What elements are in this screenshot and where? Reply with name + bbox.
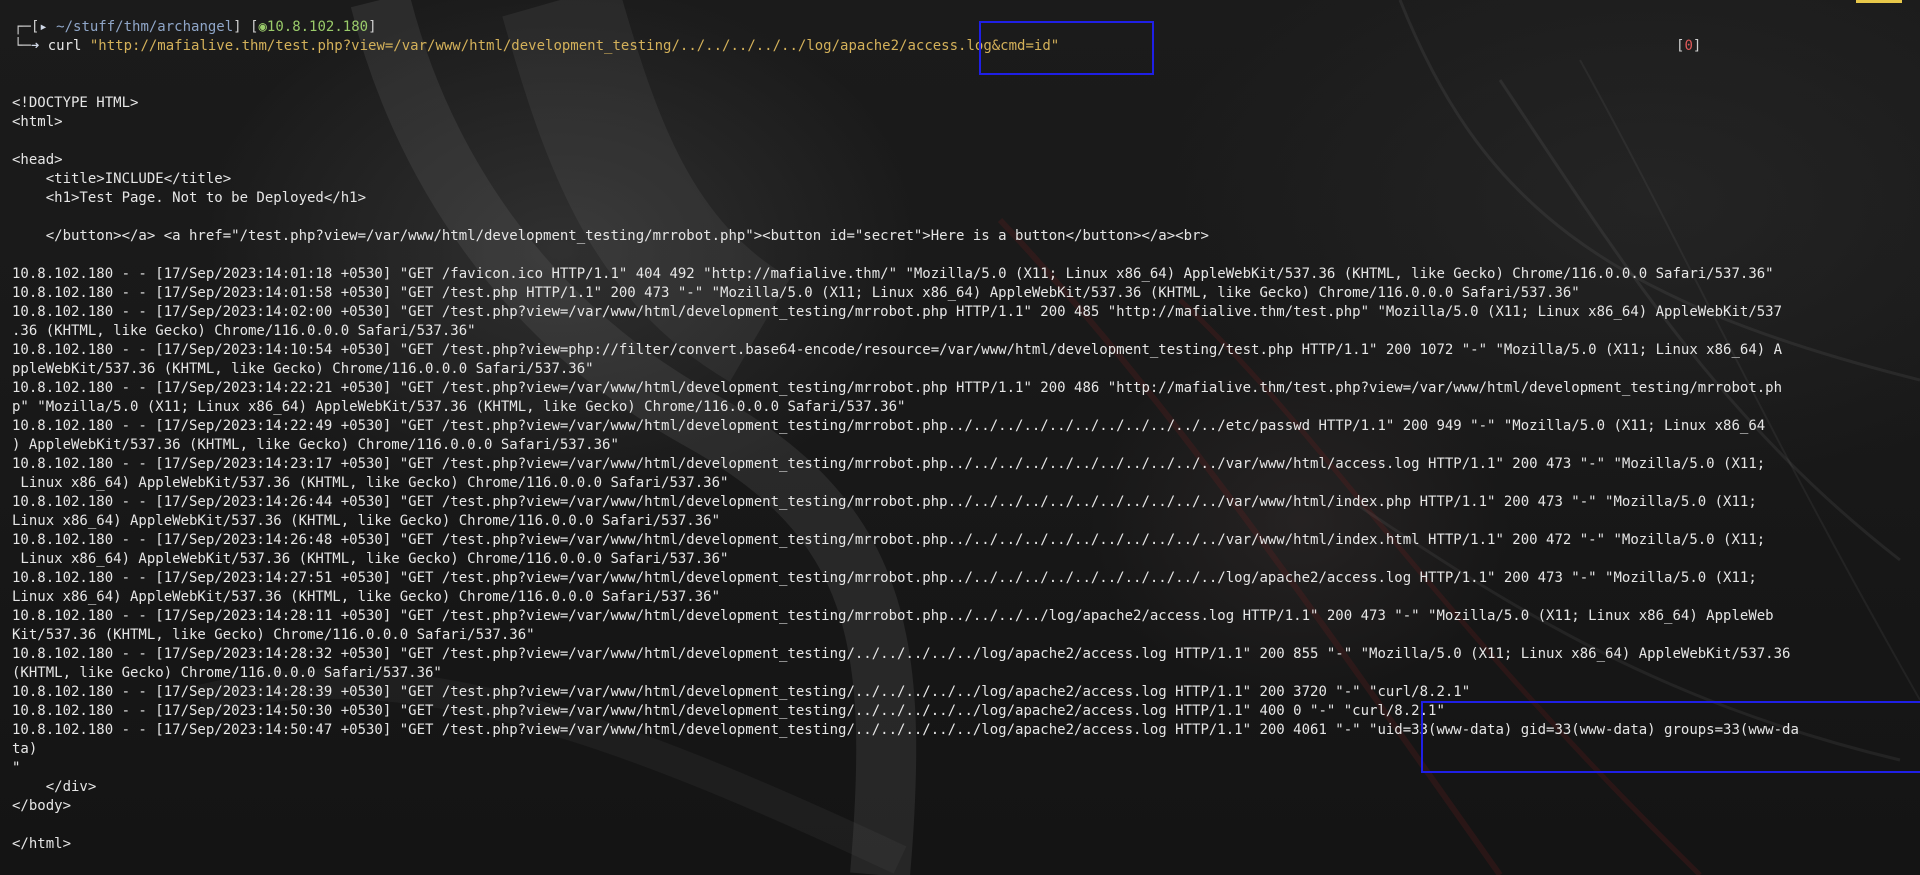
output-line: </body> bbox=[12, 798, 72, 814]
wifi-icon: ◉ bbox=[258, 19, 267, 35]
log-line: ppleWebKit/537.36 (KHTML, like Gecko) Ch… bbox=[12, 361, 594, 377]
log-line: 10.8.102.180 - - [17/Sep/2023:14:23:17 +… bbox=[12, 456, 1766, 472]
output-line: <!DOCTYPE HTML> bbox=[12, 95, 139, 111]
log-line: Linux x86_64) AppleWebKit/537.36 (KHTML,… bbox=[12, 513, 721, 529]
output-line: </div> bbox=[12, 779, 97, 795]
log-line: 10.8.102.180 - - [17/Sep/2023:14:01:58 +… bbox=[12, 285, 1580, 301]
output-line: </button></a> <a href="/test.php?view=/v… bbox=[12, 228, 1209, 244]
log-line: 10.8.102.180 - - [17/Sep/2023:14:27:51 +… bbox=[12, 570, 1757, 586]
log-line: Linux x86_64) AppleWebKit/537.36 (KHTML,… bbox=[12, 551, 729, 567]
log-line: 10.8.102.180 - - [17/Sep/2023:14:02:00 +… bbox=[12, 304, 1783, 320]
log-line: 10.8.102.180 - - [17/Sep/2023:14:26:44 +… bbox=[12, 494, 1757, 510]
prompt-path: ~/stuff/thm/archangel bbox=[56, 19, 234, 35]
log-line: 10.8.102.180 - - [17/Sep/2023:14:28:32 +… bbox=[12, 646, 1791, 662]
command-name: curl bbox=[47, 38, 82, 54]
log-line: Linux x86_64) AppleWebKit/537.36 (KHTML,… bbox=[12, 475, 729, 491]
terminal-window[interactable]: ┌─[▸ ~/stuff/thm/archangel] [◉10.8.102.1… bbox=[0, 0, 1920, 875]
output-line: <head> bbox=[12, 152, 63, 168]
exit-code: 0 bbox=[1684, 38, 1693, 54]
log-line: 10.8.102.180 - - [17/Sep/2023:14:01:18 +… bbox=[12, 266, 1774, 282]
log-line: (KHTML, like Gecko) Chrome/116.0.0.0 Saf… bbox=[12, 665, 442, 681]
output-line: </html> bbox=[12, 836, 72, 852]
log-line: Kit/537.36 (KHTML, like Gecko) Chrome/11… bbox=[12, 627, 535, 643]
output-line: <h1>Test Page. Not to be Deployed</h1> bbox=[12, 190, 367, 206]
log-line: .36 (KHTML, like Gecko) Chrome/116.0.0.0… bbox=[12, 323, 476, 339]
exit-status: [0] bbox=[1676, 38, 1702, 54]
log-line: 10.8.102.180 - - [17/Sep/2023:14:26:48 +… bbox=[12, 532, 1766, 548]
output-line: <title>INCLUDE</title> bbox=[12, 171, 232, 187]
log-line: 10.8.102.180 - - [17/Sep/2023:14:22:21 +… bbox=[12, 380, 1783, 396]
log-line: 10.8.102.180 - - [17/Sep/2023:14:28:39 +… bbox=[12, 684, 1471, 700]
log-line: Linux x86_64) AppleWebKit/537.36 (KHTML,… bbox=[12, 589, 721, 605]
log-line: ) AppleWebKit/537.36 (KHTML, like Gecko)… bbox=[12, 437, 619, 453]
output-line: <html> bbox=[12, 114, 63, 130]
prompt-arrow-icon: ➜ bbox=[30, 38, 48, 54]
output-line: " bbox=[12, 760, 21, 776]
command-line[interactable]: └─➜ curl "http://mafialive.thm/test.php?… bbox=[14, 37, 1914, 56]
log-line: 10.8.102.180 - - [17/Sep/2023:14:10:54 +… bbox=[12, 342, 1783, 358]
log-line: p" "Mozilla/5.0 (X11; Linux x86_64) Appl… bbox=[12, 399, 906, 415]
log-line: 10.8.102.180 - - [17/Sep/2023:14:50:30 +… bbox=[12, 703, 1445, 719]
corner-indicator bbox=[1856, 0, 1902, 3]
prompt-header: ┌─[▸ ~/stuff/thm/archangel] [◉10.8.102.1… bbox=[14, 19, 377, 35]
log-line: 10.8.102.180 - - [17/Sep/2023:14:22:49 +… bbox=[12, 418, 1766, 434]
log-line: 10.8.102.180 - - [17/Sep/2023:14:50:47 +… bbox=[12, 722, 1799, 738]
prompt-ip: 10.8.102.180 bbox=[266, 19, 369, 35]
command-argument: "http://mafialive.thm/test.php?view=/var… bbox=[89, 38, 1060, 54]
log-line: ta) bbox=[12, 741, 38, 757]
log-line: 10.8.102.180 - - [17/Sep/2023:14:28:11 +… bbox=[12, 608, 1774, 624]
